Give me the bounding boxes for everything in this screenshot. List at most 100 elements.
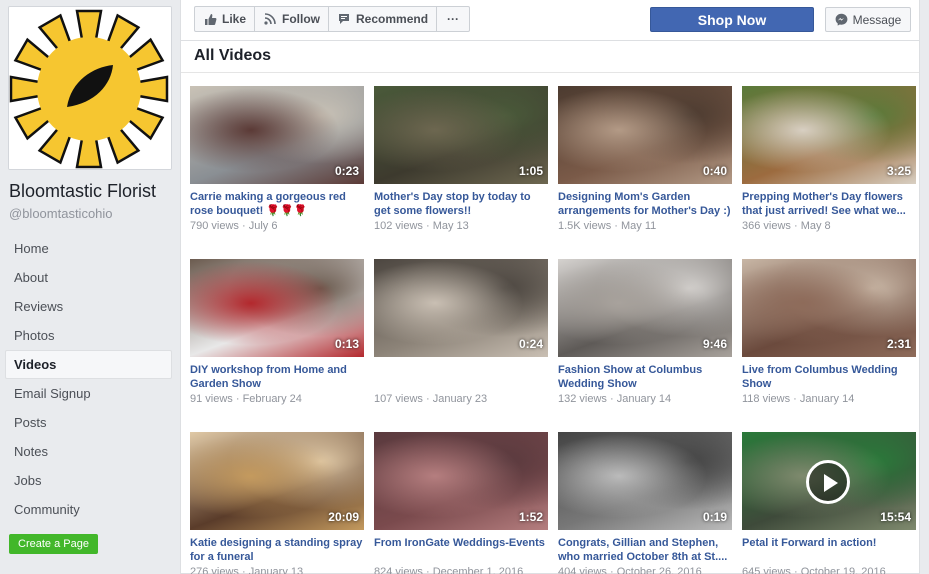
nav-item-home[interactable]: Home <box>5 234 172 263</box>
video-date[interactable]: October 19, 2016 <box>801 566 886 574</box>
video-date[interactable]: January 14 <box>617 393 671 405</box>
video-meta: 790 views · July 6 <box>190 220 364 232</box>
video-title[interactable] <box>374 363 548 391</box>
video-thumbnail[interactable]: 2:31 <box>742 259 916 357</box>
meta-separator: · <box>232 393 243 405</box>
video-views: 91 views <box>190 393 233 405</box>
video-thumbnail[interactable]: 0:13 <box>190 259 364 357</box>
video-title[interactable]: Congrats, Gillian and Stephen, who marri… <box>558 536 732 564</box>
more-dots-icon: ··· <box>447 12 460 26</box>
video-card[interactable]: 0:23 Carrie making a gorgeous red rose bo… <box>190 86 364 232</box>
video-thumbnail[interactable]: 0:24 <box>374 259 548 357</box>
video-thumbnail[interactable]: 0:19 <box>558 432 732 530</box>
video-title[interactable]: Prepping Mother's Day flowers that just … <box>742 190 916 218</box>
video-thumbnail[interactable]: 15:54 <box>742 432 916 530</box>
like-button[interactable]: Like <box>195 7 256 31</box>
nav-item-about[interactable]: About <box>5 263 172 292</box>
video-duration: 0:23 <box>334 164 359 178</box>
video-thumbnail[interactable]: 9:46 <box>558 259 732 357</box>
nav-item-community[interactable]: Community <box>5 495 172 524</box>
video-card[interactable]: 9:46 Fashion Show at Columbus Wedding Sho… <box>558 259 732 405</box>
video-meta: 107 views · January 23 <box>374 393 548 405</box>
video-date[interactable]: May 13 <box>433 220 469 232</box>
video-meta: 118 views · January 14 <box>742 393 916 405</box>
video-title[interactable]: Carrie making a gorgeous red rose bouque… <box>190 190 364 218</box>
video-views: 132 views <box>558 393 607 405</box>
video-date[interactable]: July 6 <box>249 220 278 232</box>
video-title[interactable]: Katie designing a standing spray for a f… <box>190 536 364 564</box>
nav-item-videos[interactable]: Videos <box>5 350 172 379</box>
page-handle[interactable]: @bloomtasticohio <box>9 206 113 221</box>
video-duration: 1:05 <box>518 164 543 178</box>
video-date[interactable]: January 13 <box>249 566 303 574</box>
video-duration: 1:52 <box>518 510 543 524</box>
recommend-button[interactable]: Recommend <box>329 7 438 31</box>
page-nav: Home About Reviews Photos Videos Email S… <box>5 234 172 524</box>
video-title[interactable]: From IronGate Weddings-Events <box>374 536 548 564</box>
video-duration: 9:46 <box>702 337 727 351</box>
video-meta: 645 views · October 19, 2016 <box>742 566 916 574</box>
comment-icon <box>337 12 351 26</box>
video-date[interactable]: December 1, 2016 <box>433 566 524 574</box>
nav-item-jobs[interactable]: Jobs <box>5 466 172 495</box>
video-views: 824 views <box>374 566 423 574</box>
play-icon[interactable] <box>806 460 850 504</box>
more-options-button[interactable]: ··· <box>437 7 469 31</box>
video-title[interactable]: DIY workshop from Home and Garden Show <box>190 363 364 391</box>
video-views: 118 views <box>742 393 791 405</box>
video-title[interactable]: Designing Mom's Garden arrangements for … <box>558 190 732 218</box>
nav-item-reviews[interactable]: Reviews <box>5 292 172 321</box>
shop-now-button[interactable]: Shop Now <box>650 7 814 32</box>
nav-item-email-signup[interactable]: Email Signup <box>5 379 172 408</box>
video-duration: 0:13 <box>334 337 359 351</box>
video-title[interactable]: Petal it Forward in action! <box>742 536 916 564</box>
video-card[interactable]: 3:25 Prepping Mother's Day flowers that j… <box>742 86 916 232</box>
video-title[interactable]: Fashion Show at Columbus Wedding Show <box>558 363 732 391</box>
video-meta: 102 views · May 13 <box>374 220 548 232</box>
create-page-button[interactable]: Create a Page <box>9 534 98 554</box>
video-thumbnail[interactable]: 1:52 <box>374 432 548 530</box>
nav-item-photos[interactable]: Photos <box>5 321 172 350</box>
video-card[interactable]: 15:54 Petal it Forward in action! 645 view… <box>742 432 916 574</box>
video-meta: 824 views · December 1, 2016 <box>374 566 548 574</box>
nav-item-posts[interactable]: Posts <box>5 408 172 437</box>
follow-label: Follow <box>282 12 321 26</box>
video-views: 790 views <box>190 220 239 232</box>
video-card[interactable]: 0:24 107 views · January 23 <box>374 259 548 405</box>
page-name[interactable]: Bloomtastic Florist <box>9 181 156 202</box>
video-duration: 0:19 <box>702 510 727 524</box>
video-views: 645 views <box>742 566 791 574</box>
video-card[interactable]: 0:13 DIY workshop from Home and Garden Sh… <box>190 259 364 405</box>
video-thumbnail[interactable]: 0:40 <box>558 86 732 184</box>
video-date[interactable]: January 14 <box>800 393 854 405</box>
video-card[interactable]: 1:52 From IronGate Weddings-Events 824 vie… <box>374 432 548 574</box>
follow-button[interactable]: Follow <box>255 7 330 31</box>
video-card[interactable]: 0:19 Congrats, Gillian and Stephen, who m… <box>558 432 732 574</box>
video-thumbnail[interactable]: 20:09 <box>190 432 364 530</box>
video-date[interactable]: February 24 <box>243 393 302 405</box>
video-title[interactable]: Live from Columbus Wedding Show <box>742 363 916 391</box>
video-thumbnail[interactable]: 1:05 <box>374 86 548 184</box>
video-card[interactable]: 0:40 Designing Mom's Garden arrangements … <box>558 86 732 232</box>
meta-separator: · <box>606 393 617 405</box>
video-date[interactable]: May 11 <box>621 220 656 232</box>
message-button[interactable]: Message <box>825 7 911 32</box>
recommend-label: Recommend <box>356 12 429 26</box>
video-date[interactable]: January 23 <box>433 393 487 405</box>
video-card[interactable]: 2:31 Live from Columbus Wedding Show 118 v… <box>742 259 916 405</box>
meta-separator: · <box>790 393 800 405</box>
video-thumbnail[interactable]: 0:23 <box>190 86 364 184</box>
video-thumbnail[interactable]: 3:25 <box>742 86 916 184</box>
nav-item-notes[interactable]: Notes <box>5 437 172 466</box>
video-meta: 132 views · January 14 <box>558 393 732 405</box>
profile-picture[interactable] <box>8 6 172 170</box>
video-title[interactable]: Mother's Day stop by today to get some f… <box>374 190 548 218</box>
video-date[interactable]: October 26, 2016 <box>617 566 702 574</box>
video-views: 276 views <box>190 566 239 574</box>
video-card[interactable]: 1:05 Mother's Day stop by today to get so… <box>374 86 548 232</box>
video-meta: 404 views · October 26, 2016 <box>558 566 732 574</box>
meta-separator: · <box>238 220 249 232</box>
video-card[interactable]: 20:09 Katie designing a standing spray fo… <box>190 432 364 574</box>
messenger-icon <box>835 13 848 26</box>
video-date[interactable]: May 8 <box>801 220 831 232</box>
